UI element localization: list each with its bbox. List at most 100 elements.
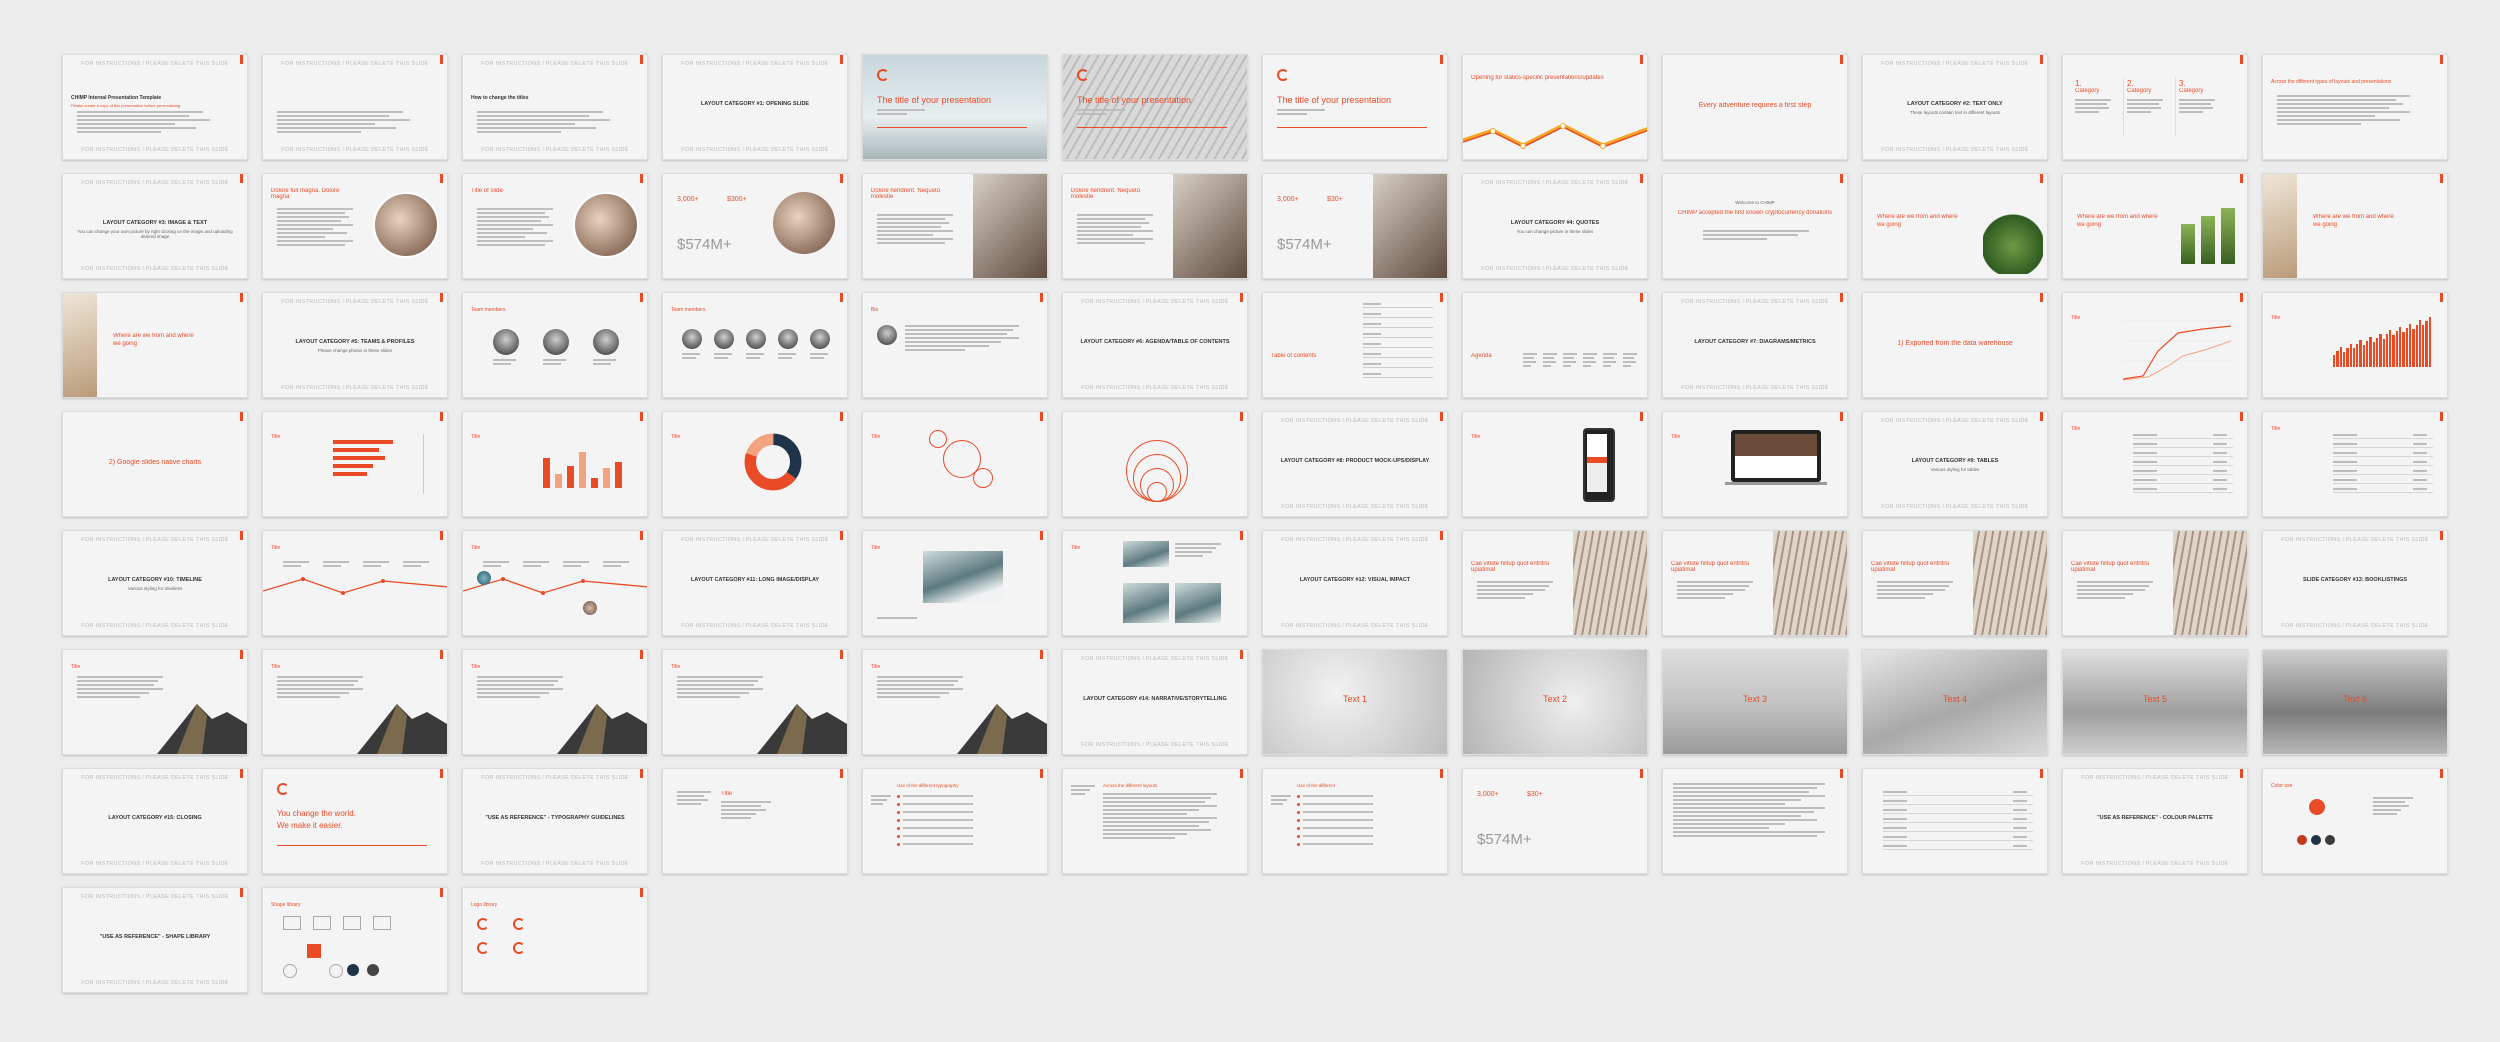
slide-thumbnail-40[interactable]: Title (662, 411, 848, 517)
slide-thumbnail-42[interactable] (1062, 411, 1248, 517)
body-text-lines (1363, 313, 1381, 317)
slide-thumbnail-9[interactable]: Every adventure requires a first step (1662, 54, 1848, 160)
table-row-line (1883, 813, 2033, 814)
mountain-peak-graphic (157, 704, 247, 754)
slide-thumbnail-6[interactable]: The title of your presentation (1062, 54, 1248, 160)
slide-thumbnail-11[interactable]: 1. Category 2. Category 3. Category (2062, 54, 2248, 160)
slide-thumbnail-53[interactable]: Title (862, 530, 1048, 636)
slide-thumbnail-5[interactable]: The title of your presentation (862, 54, 1048, 160)
chart-bar (2352, 348, 2356, 367)
overlay-text: Text 4 (1942, 694, 1967, 704)
slide-thumbnail-54[interactable]: Title (1062, 530, 1248, 636)
slide-thumbnail-63[interactable]: Title (462, 649, 648, 755)
slide-thumbnail-41[interactable]: Title (862, 411, 1048, 517)
instructions-footer: FOR INSTRUCTIONS / PLEASE DELETE THIS SL… (81, 623, 229, 629)
profile-photo (682, 329, 702, 349)
bullet-dot (897, 811, 900, 814)
slide-thumbnail-33[interactable]: FOR INSTRUCTIONS / PLEASE DELETE THIS SL… (1662, 292, 1848, 398)
slide-thumbnail-74[interactable]: You change the world. We make it easier. (262, 768, 448, 874)
chart-bar (2392, 335, 2395, 367)
slide-thumbnail-56[interactable]: Cae vitiste hiltup quot enfritisi upiati… (1462, 530, 1648, 636)
slide-thumbnail-60[interactable]: FOR INSTRUCTIONS / PLEASE DELETE THIS SL… (2262, 530, 2448, 636)
slide-thumbnail-7[interactable]: The title of your presentation (1262, 54, 1448, 160)
slide-thumbnail-39[interactable]: Title (462, 411, 648, 517)
slide-thumbnail-75[interactable]: FOR INSTRUCTIONS / PLEASE DELETE THIS SL… (462, 768, 648, 874)
slide-thumbnail-76[interactable]: Title (662, 768, 848, 874)
slide-thumbnail-78[interactable]: Across the different layouts (1062, 768, 1248, 874)
slide-thumbnail-14[interactable]: Dolore fuit magna. Dolore magna (262, 173, 448, 279)
slide-thumbnail-38[interactable]: Title (262, 411, 448, 517)
slide-thumbnail-24[interactable]: Where are we from and where we going (2262, 173, 2448, 279)
slide-thumbnail-19[interactable]: 3,000+ $30+ $574M+ (1262, 173, 1448, 279)
slide-thumbnail-43[interactable]: FOR INSTRUCTIONS / PLEASE DELETE THIS SL… (1262, 411, 1448, 517)
slide-thumbnail-44[interactable]: Title (1462, 411, 1648, 517)
slide-thumbnail-21[interactable]: Welcome to CHIMP CHIMP accepted the first… (1662, 173, 1848, 279)
slide-thumbnail-10[interactable]: FOR INSTRUCTIONS / PLEASE DELETE THIS SL… (1862, 54, 2048, 160)
slide-thumbnail-85[interactable]: FOR INSTRUCTIONS / PLEASE DELETE THIS SL… (62, 887, 248, 993)
slide-thumbnail-71[interactable]: Text 5 (2062, 649, 2248, 755)
slide-thumbnail-80[interactable]: 3,000+ $30+ $574M+ (1462, 768, 1648, 874)
slide-thumbnail-36[interactable]: Title (2262, 292, 2448, 398)
slide-thumbnail-86[interactable]: Shape library (262, 887, 448, 993)
slide-thumbnail-81[interactable] (1662, 768, 1848, 874)
slide-thumbnail-3[interactable]: FOR INSTRUCTIONS / PLEASE DELETE THIS SL… (462, 54, 648, 160)
slide-thumbnail-26[interactable]: FOR INSTRUCTIONS / PLEASE DELETE THIS SL… (262, 292, 448, 398)
slide-thumbnail-34[interactable]: 1) Exported from the data warehouse (1862, 292, 2048, 398)
slide-thumbnail-32[interactable]: Agenda (1462, 292, 1648, 398)
slide-thumbnail-62[interactable]: Title (262, 649, 448, 755)
slide-thumbnail-69[interactable]: Text 3 (1662, 649, 1848, 755)
slide-thumbnail-4[interactable]: FOR INSTRUCTIONS / PLEASE DELETE THIS SL… (662, 54, 848, 160)
slide-thumbnail-28[interactable]: Team members (662, 292, 848, 398)
slide-thumbnail-82[interactable] (1862, 768, 2048, 874)
slide-thumbnail-45[interactable]: Title (1662, 411, 1848, 517)
slide-thumbnail-30[interactable]: FOR INSTRUCTIONS / PLEASE DELETE THIS SL… (1062, 292, 1248, 398)
slide-thumbnail-52[interactable]: FOR INSTRUCTIONS / PLEASE DELETE THIS SL… (662, 530, 848, 636)
slide-thumbnail-16[interactable]: 3,000+ $300+ $574M+ (662, 173, 848, 279)
slide-thumbnail-72[interactable]: Text 6 (2262, 649, 2448, 755)
slide-thumbnail-59[interactable]: Cae vitiste hiltup quot enfritisi upiati… (2062, 530, 2248, 636)
slide-thumbnail-55[interactable]: FOR INSTRUCTIONS / PLEASE DELETE THIS SL… (1262, 530, 1448, 636)
slide-thumbnail-20[interactable]: FOR INSTRUCTIONS / PLEASE DELETE THIS SL… (1462, 173, 1648, 279)
slide-thumbnail-1[interactable]: FOR INSTRUCTIONS / PLEASE DELETE THIS SL… (62, 54, 248, 160)
slide-thumbnail-64[interactable]: Title (662, 649, 848, 755)
slide-thumbnail-18[interactable]: Dolore hendrerit. Nequeto molestie (1062, 173, 1248, 279)
accent-tab (840, 650, 843, 659)
slide-thumbnail-31[interactable]: Table of contents (1262, 292, 1448, 398)
slide-thumbnail-25[interactable]: Where are we from and where we going (62, 292, 248, 398)
slide-thumbnail-49[interactable]: FOR INSTRUCTIONS / PLEASE DELETE THIS SL… (62, 530, 248, 636)
slide-thumbnail-46[interactable]: FOR INSTRUCTIONS / PLEASE DELETE THIS SL… (1862, 411, 2048, 517)
slide-thumbnail-58[interactable]: Cae vitiste hiltup quot enfritisi upiati… (1862, 530, 2048, 636)
slide-thumbnail-66[interactable]: FOR INSTRUCTIONS / PLEASE DELETE THIS SL… (1062, 649, 1248, 755)
body-text-lines (2333, 470, 2357, 474)
slide-thumbnail-68[interactable]: Text 2 (1462, 649, 1648, 755)
slide-thumbnail-47[interactable]: Title (2062, 411, 2248, 517)
slide-thumbnail-73[interactable]: FOR INSTRUCTIONS / PLEASE DELETE THIS SL… (62, 768, 248, 874)
slide-thumbnail-61[interactable]: Title (62, 649, 248, 755)
slide-thumbnail-12[interactable]: Across the different types of layouts an… (2262, 54, 2448, 160)
slide-thumbnail-15[interactable]: Title of slide (462, 173, 648, 279)
slide-thumbnail-23[interactable]: Where are we from and where we going (2062, 173, 2248, 279)
slide-thumbnail-27[interactable]: Team members (462, 292, 648, 398)
slide-thumbnail-2[interactable]: FOR INSTRUCTIONS / PLEASE DELETE THIS SL… (262, 54, 448, 160)
slide-thumbnail-37[interactable]: 2) Google slides native charts (62, 411, 248, 517)
slide-thumbnail-17[interactable]: Dolore hendrerit. Nequeto molestie (862, 173, 1048, 279)
slide-thumbnail-70[interactable]: Text 4 (1862, 649, 2048, 755)
slide-thumbnail-8[interactable]: Opening for statics-specific presentatio… (1462, 54, 1648, 160)
body-text-lines (2333, 434, 2357, 438)
slide-thumbnail-65[interactable]: Title (862, 649, 1048, 755)
slide-thumbnail-77[interactable]: Use of the different typography (862, 768, 1048, 874)
slide-thumbnail-83[interactable]: FOR INSTRUCTIONS / PLEASE DELETE THIS SL… (2062, 768, 2248, 874)
slide-thumbnail-79[interactable]: Use of the different (1262, 768, 1448, 874)
slide-thumbnail-48[interactable]: Title (2262, 411, 2448, 517)
slide-thumbnail-51[interactable]: Title (462, 530, 648, 636)
slide-thumbnail-84[interactable]: Color use (2262, 768, 2448, 874)
slide-thumbnail-29[interactable]: Bio (862, 292, 1048, 398)
slide-thumbnail-87[interactable]: Logo library (462, 887, 648, 993)
slide-thumbnail-50[interactable]: Title (262, 530, 448, 636)
slide-thumbnail-57[interactable]: Cae vitiste hiltup quot enfritisi upiati… (1662, 530, 1848, 636)
slide-thumbnail-13[interactable]: FOR INSTRUCTIONS / PLEASE DELETE THIS SL… (62, 173, 248, 279)
slide-thumbnail-67[interactable]: Text 1 (1262, 649, 1448, 755)
slide-thumbnail-22[interactable]: Where are we from and where we going (1862, 173, 2048, 279)
body-text-lines (1363, 333, 1381, 337)
slide-thumbnail-35[interactable]: Title (2062, 292, 2248, 398)
